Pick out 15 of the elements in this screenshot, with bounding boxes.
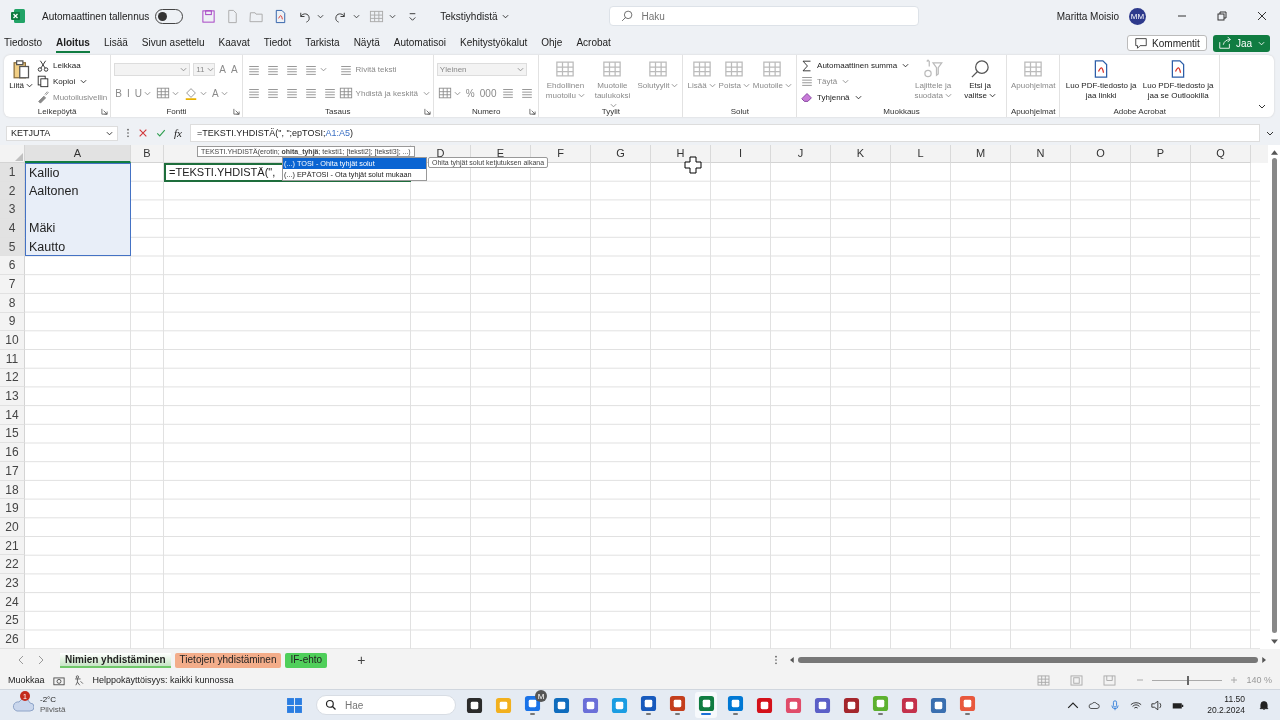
group-label: Fontti bbox=[166, 106, 187, 116]
group-label: Muokkaus bbox=[883, 106, 920, 116]
group-label: Tyylit bbox=[601, 106, 621, 116]
autosave-label: Automaattinen tallennus bbox=[42, 10, 150, 22]
group-label: Leikepöytä bbox=[37, 106, 77, 116]
weather-condition: Pilvistä bbox=[40, 705, 66, 715]
group-label: Solut bbox=[730, 106, 749, 116]
group-label: Numero bbox=[471, 106, 501, 116]
group-label: Adobe Acrobat bbox=[1113, 106, 1166, 116]
group-label: Apuohjelmat bbox=[1010, 106, 1056, 116]
group-label: Tasaus bbox=[325, 106, 351, 116]
status-mode: Muokkaa bbox=[8, 675, 45, 685]
user-name: Maritta Moisio bbox=[1056, 10, 1119, 22]
profile-badge: M bbox=[535, 690, 547, 702]
temperature: -2°C bbox=[40, 695, 58, 705]
